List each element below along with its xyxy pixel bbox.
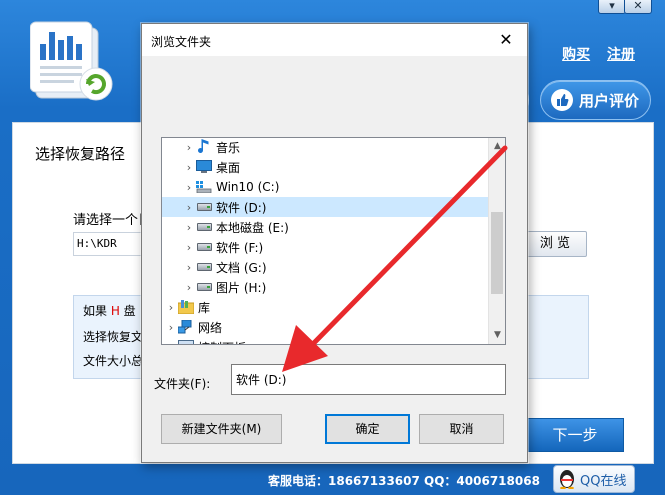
- drive-icon: [196, 279, 212, 295]
- qq-online-button[interactable]: QQ在线: [553, 465, 635, 493]
- panel-title: 选择恢复路径: [35, 145, 126, 163]
- drive-icon: [196, 239, 212, 255]
- qq-penguin-icon: [560, 470, 574, 489]
- chevron-right-icon[interactable]: ›: [182, 241, 196, 254]
- chevron-right-icon[interactable]: ›: [182, 161, 196, 174]
- tree-item-label: 图片 (H:): [216, 280, 267, 295]
- scroll-down-icon[interactable]: ▼: [489, 327, 505, 344]
- chevron-right-icon[interactable]: ›: [182, 201, 196, 214]
- tree-item[interactable]: › 桌面: [162, 157, 490, 177]
- drive-icon: [196, 219, 212, 235]
- tree-item-label: 库: [198, 300, 211, 315]
- path-prompt: 请选择一个目: [73, 213, 152, 228]
- tree-item-label: 软件 (F:): [216, 240, 264, 255]
- user-review-label: 用户评价: [579, 91, 640, 110]
- app-logo-icon: [30, 21, 113, 101]
- tree-item-label: Win10 (C:): [216, 180, 280, 194]
- control-panel-icon: [178, 339, 194, 344]
- dialog-close-icon[interactable]: ✕: [497, 31, 515, 49]
- support-contact: 客服电话：18667133607 QQ：4006718068: [268, 474, 540, 488]
- chevron-right-icon[interactable]: ›: [182, 261, 196, 274]
- browse-button[interactable]: 浏 览: [523, 231, 587, 257]
- tree-item-label: 桌面: [216, 160, 241, 175]
- tree-item[interactable]: › 控制面板: [162, 337, 490, 345]
- qq-online-label: QQ在线: [580, 473, 627, 489]
- tree-item-label: 网络: [198, 320, 223, 335]
- register-link[interactable]: 注册: [607, 47, 635, 63]
- chevron-right-icon[interactable]: ›: [182, 281, 196, 294]
- browse-folder-dialog: 浏览文件夹 ✕ › 音乐 › 桌面 › Win10 (C:) › 软件 (D:) › 本地磁盘 (…: [141, 23, 528, 463]
- tree-item[interactable]: › 库: [162, 297, 490, 317]
- tree-item[interactable]: › 软件 (F:): [162, 237, 490, 257]
- scroll-up-icon[interactable]: ▲: [489, 138, 505, 155]
- folder-input[interactable]: 软件 (D:): [231, 364, 506, 395]
- user-review-button[interactable]: 用户评价: [540, 80, 651, 120]
- library-icon: [178, 299, 194, 315]
- music-note-icon: [196, 139, 212, 155]
- tree-item-label: 文档 (G:): [216, 260, 267, 275]
- drive-letter: H: [110, 304, 120, 318]
- windows-drive-icon: [196, 179, 212, 195]
- folder-label: 文件夹(F):: [154, 377, 211, 391]
- scroll-thumb[interactable]: [491, 212, 503, 294]
- chevron-right-icon[interactable]: ›: [182, 221, 196, 234]
- tree-item[interactable]: › 软件 (D:): [162, 197, 490, 217]
- next-step-button[interactable]: 下一步: [526, 418, 624, 452]
- new-folder-button[interactable]: 新建文件夹(M): [161, 414, 282, 444]
- buy-link[interactable]: 购买: [562, 47, 590, 63]
- tree-item[interactable]: › 图片 (H:): [162, 277, 490, 297]
- chevron-right-icon[interactable]: ›: [182, 141, 196, 154]
- drive-icon: [196, 199, 212, 215]
- dialog-titlebar[interactable]: 浏览文件夹 ✕: [142, 24, 527, 56]
- info-line: 选择恢复文: [83, 330, 144, 344]
- tree-scrollbar[interactable]: ▲ ▼: [488, 138, 505, 344]
- info-line: 文件大小总: [83, 354, 144, 368]
- top-links: 购买 注册: [550, 44, 635, 64]
- tree-item[interactable]: › Win10 (C:): [162, 177, 490, 197]
- tree-item-label: 音乐: [216, 140, 241, 155]
- network-icon: [178, 319, 194, 335]
- chevron-right-icon[interactable]: ›: [164, 321, 178, 334]
- ok-button[interactable]: 确定: [325, 414, 410, 444]
- folder-tree-list: › 音乐 › 桌面 › Win10 (C:) › 软件 (D:) › 本地磁盘 (E:) › 软件 (…: [162, 138, 490, 345]
- thumbs-up-icon: [551, 89, 573, 111]
- tree-item[interactable]: › 音乐: [162, 138, 490, 157]
- chevron-right-icon[interactable]: ›: [164, 301, 178, 314]
- chevron-right-icon[interactable]: ›: [182, 181, 196, 194]
- tree-item-label: 本地磁盘 (E:): [216, 220, 289, 235]
- cancel-button[interactable]: 取消: [419, 414, 504, 444]
- folder-tree[interactable]: › 音乐 › 桌面 › Win10 (C:) › 软件 (D:) › 本地磁盘 (E:) › 软件 (…: [161, 137, 506, 345]
- minimize-button[interactable]: ▾: [598, 0, 626, 14]
- close-app-button[interactable]: ✕: [624, 0, 652, 14]
- tree-item[interactable]: › 本地磁盘 (E:): [162, 217, 490, 237]
- tree-item-label: 控制面板: [198, 339, 246, 345]
- dialog-title: 浏览文件夹: [151, 35, 212, 49]
- tree-item[interactable]: › 文档 (G:): [162, 257, 490, 277]
- chevron-right-icon[interactable]: ›: [164, 341, 178, 345]
- tree-item[interactable]: › 网络: [162, 317, 490, 337]
- info-line: 如果 H 盘: [83, 304, 136, 318]
- desktop-icon: [196, 159, 212, 175]
- drive-icon: [196, 259, 212, 275]
- tree-item-label: 软件 (D:): [216, 200, 267, 215]
